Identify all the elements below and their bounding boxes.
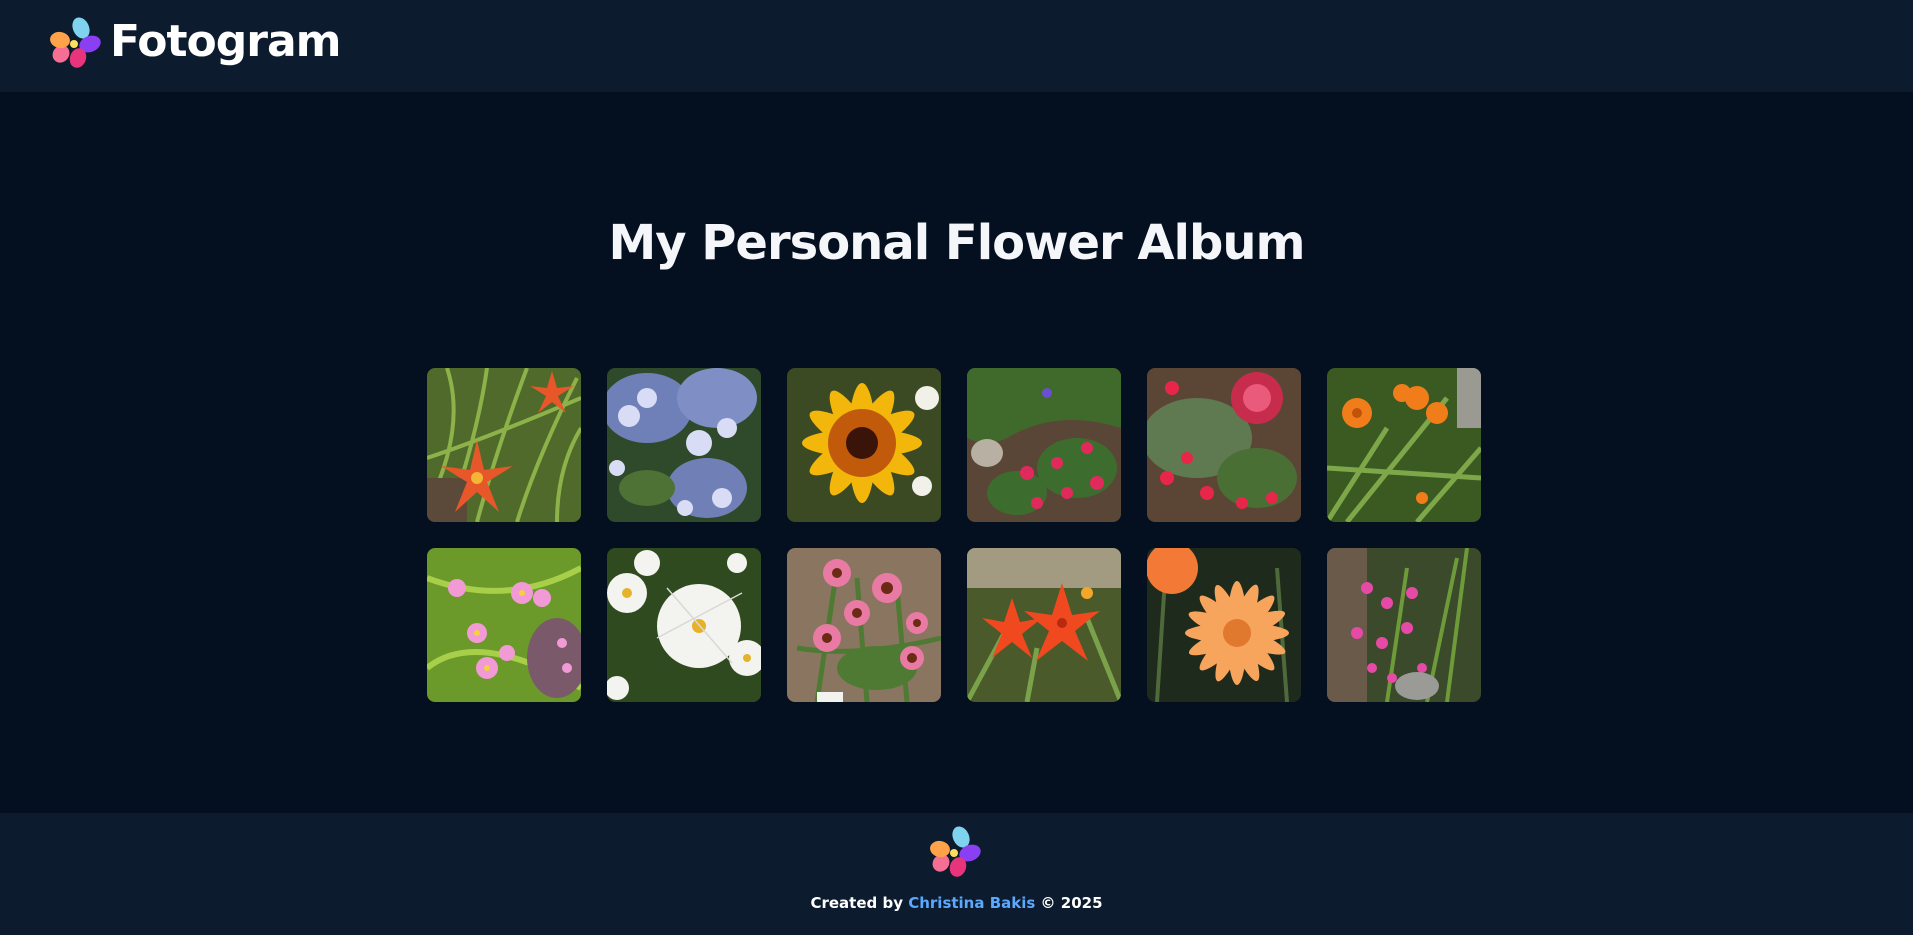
created-by-label: Created by xyxy=(810,894,903,912)
footer-credit: Created by Christina Bakis © 2025 xyxy=(0,893,1913,913)
orange-daylily-icon xyxy=(426,368,581,522)
brand-home-link[interactable]: Fotogram xyxy=(46,14,341,70)
petal-logo-icon xyxy=(50,17,101,68)
red-dahlia-icon xyxy=(1146,368,1301,522)
gallery-photo-8[interactable] xyxy=(606,548,761,702)
page-title: My Personal Flower Album xyxy=(608,215,1305,271)
photo-gallery xyxy=(337,368,1570,702)
gallery-photo-12[interactable] xyxy=(1326,548,1481,702)
petal-logo-icon xyxy=(930,826,981,877)
pink-echinacea-icon xyxy=(786,548,941,702)
gallery-photo-4[interactable] xyxy=(966,368,1121,522)
pink-zinnia-bed-icon xyxy=(966,368,1121,522)
orange-cosmos-icon xyxy=(1326,368,1481,522)
brand-name: Fotogram xyxy=(110,16,341,67)
gallery-photo-9[interactable] xyxy=(786,548,941,702)
gallery-photo-10[interactable] xyxy=(966,548,1121,702)
site-header: Fotogram xyxy=(0,0,1913,92)
orange-lily-icon xyxy=(966,548,1121,702)
white-cosmos-icon xyxy=(606,548,761,702)
gallery-photo-2[interactable] xyxy=(606,368,761,522)
yellow-rudbeckia-icon xyxy=(786,368,941,522)
author-link[interactable]: Christina Bakis xyxy=(908,894,1035,912)
gallery-photo-7[interactable] xyxy=(426,548,581,702)
orange-dahlia-icon xyxy=(1146,548,1301,702)
pink-cosmos-icon xyxy=(426,548,581,702)
main-content: My Personal Flower Album xyxy=(0,92,1913,813)
gallery-photo-11[interactable] xyxy=(1146,548,1301,702)
site-footer: Created by Christina Bakis © 2025 xyxy=(0,813,1913,935)
pink-dianthus-icon xyxy=(1326,548,1481,702)
gallery-photo-3[interactable] xyxy=(786,368,941,522)
gallery-photo-6[interactable] xyxy=(1326,368,1481,522)
copyright-text: © 2025 xyxy=(1040,894,1103,912)
gallery-photo-1[interactable] xyxy=(426,368,581,522)
gallery-photo-5[interactable] xyxy=(1146,368,1301,522)
blue-hydrangea-icon xyxy=(606,368,761,522)
